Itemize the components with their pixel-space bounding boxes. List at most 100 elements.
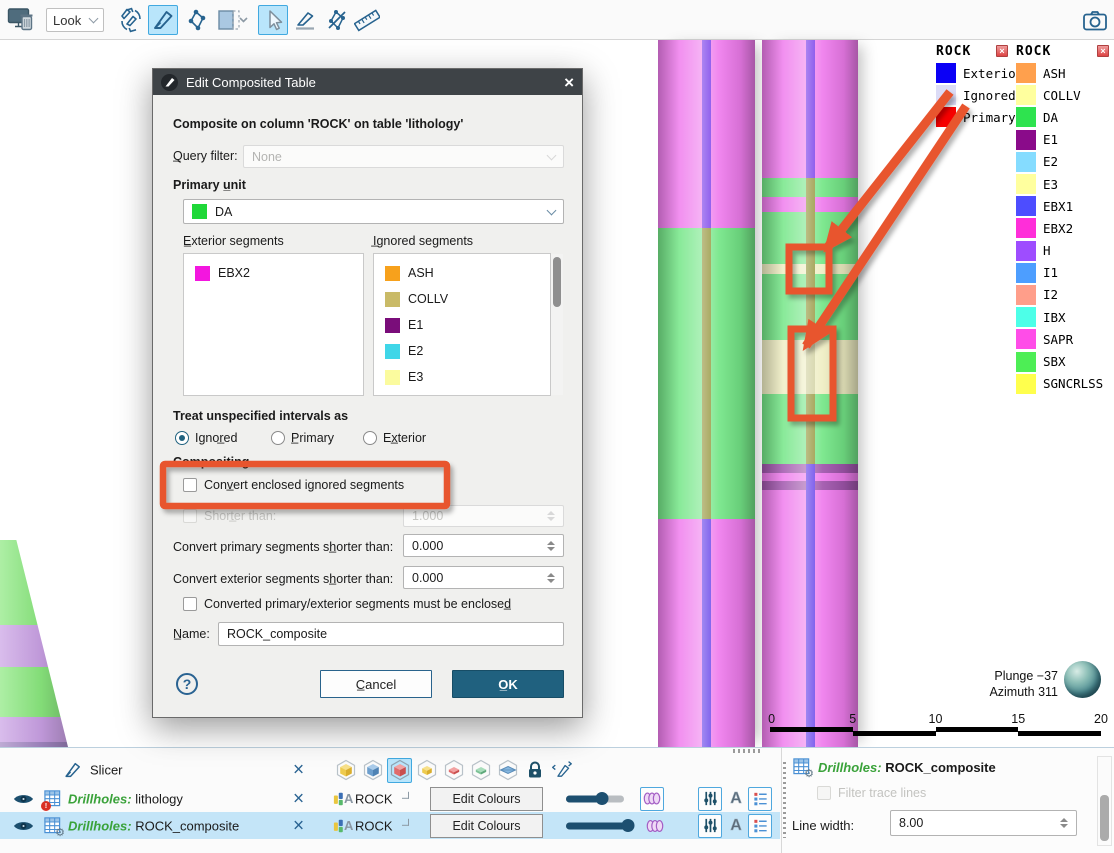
list-item[interactable]: E1: [374, 312, 550, 338]
slider-knob[interactable]: [595, 792, 608, 805]
slice-mode-5-button[interactable]: [441, 758, 466, 783]
colour-column-value[interactable]: ROCK: [355, 818, 393, 833]
shape-row-lithology[interactable]: ! Drillholes: lithology × A ROCK Edit Co…: [0, 785, 780, 812]
help-icon[interactable]: ?: [176, 673, 198, 695]
edit-colours-button[interactable]: Edit Colours: [430, 787, 543, 811]
table-name: lithology: [135, 791, 183, 806]
slice-mode-4-button[interactable]: [414, 758, 439, 783]
text-labels-button[interactable]: A: [726, 790, 746, 808]
slider-knob[interactable]: [622, 819, 635, 832]
orientation-readout: Plunge −37 Azimuth 311: [930, 668, 1058, 700]
panel-splitter-handle[interactable]: [783, 762, 786, 838]
checkbox-box: [183, 597, 197, 611]
remove-shape-icon[interactable]: ×: [293, 816, 304, 835]
slice-behind-button[interactable]: [333, 758, 358, 783]
rotate-slicer-tool[interactable]: [116, 5, 146, 35]
chevron-down-icon: [89, 14, 99, 24]
radio-primary[interactable]: P̲rimary: [271, 431, 334, 445]
line-width-spinner[interactable]: 8.00: [890, 810, 1077, 836]
dialog-titlebar[interactable]: Edit Composited Table ×: [153, 69, 582, 95]
drillhole-left[interactable]: [658, 40, 755, 747]
slicer-tool[interactable]: [148, 5, 178, 35]
opacity-slider[interactable]: [566, 795, 624, 802]
convert-primary-spinner[interactable]: 0.000: [403, 534, 564, 557]
text-labels-button[interactable]: A: [726, 817, 746, 835]
draw-polyline-tool[interactable]: [182, 5, 212, 35]
name-input[interactable]: ROCK_composite: [218, 622, 564, 646]
chevron-down-icon[interactable]: [402, 791, 409, 798]
remove-shape-icon[interactable]: ×: [293, 789, 304, 808]
slice-box-tool[interactable]: [212, 5, 254, 35]
convert-enclosed-checkbox[interactable]: Conv̲ert enclosed ignored segments: [183, 478, 404, 492]
legend-label: IBX: [1043, 310, 1066, 325]
row-label: Drillholes: lithology: [68, 791, 183, 806]
legend-toggle-button[interactable]: [748, 814, 772, 838]
convert-exterior-spinner[interactable]: 0.000: [403, 566, 564, 589]
radio-exterior[interactable]: Ex̲terior: [363, 431, 426, 445]
visibility-eye-icon[interactable]: [13, 792, 34, 806]
cancel-button[interactable]: C̲ancel: [320, 670, 432, 698]
top-toolbar: Look: [0, 0, 1114, 40]
properties-header: ⚙ Drillholes: ROCK_composite: [793, 758, 996, 776]
chevron-down-icon[interactable]: [402, 818, 409, 825]
filter-sliders-button[interactable]: [698, 787, 722, 811]
look-dropdown[interactable]: Look: [46, 8, 104, 32]
gear-badge-icon: ⚙: [55, 827, 65, 838]
slice-infront-button[interactable]: [360, 758, 385, 783]
interval-style-button[interactable]: [640, 787, 664, 811]
slice-plane-button[interactable]: [495, 758, 520, 783]
legend-item: Primary: [936, 106, 1008, 128]
ruler-tool[interactable]: [352, 5, 382, 35]
slice-thick-button[interactable]: [387, 758, 412, 783]
exterior-segments-list[interactable]: EBX2: [183, 253, 364, 396]
drillhole-right[interactable]: [762, 40, 858, 747]
look-dropdown-label: Look: [53, 13, 81, 28]
remove-slicer-icon[interactable]: ×: [293, 760, 304, 779]
camera-icon[interactable]: [1080, 6, 1110, 34]
legend-swatch: [1016, 285, 1036, 305]
edit-colours-button[interactable]: Edit Colours: [430, 814, 543, 838]
interval-style-button[interactable]: [644, 818, 666, 833]
shorter-than-checkbox: Short̲er than:: [183, 509, 276, 523]
legend-close-icon[interactable]: ×: [996, 45, 1008, 57]
properties-scrollbar[interactable]: [1097, 756, 1112, 846]
list-item[interactable]: ASH: [374, 260, 550, 286]
legend-toggle-button[interactable]: [748, 787, 772, 811]
list-item[interactable]: E3: [374, 364, 550, 390]
filter-sliders-button[interactable]: [698, 814, 722, 838]
clear-scene-icon[interactable]: [6, 6, 36, 34]
shape-row-slicer[interactable]: Slicer ×: [0, 756, 780, 783]
must-be-enclosed-checkbox[interactable]: Converted primary/exterior segments must…: [183, 597, 511, 611]
scrollbar-thumb[interactable]: [1100, 795, 1109, 841]
lock-slicer-icon[interactable]: [522, 758, 547, 783]
legend-item: SBX: [1016, 350, 1109, 372]
spinner-arrows-icon: [547, 511, 555, 521]
panel-resize-handle[interactable]: [733, 749, 761, 753]
ok-button[interactable]: O̲K: [452, 670, 564, 698]
drillhole-cone[interactable]: [0, 540, 68, 747]
chevron-down-icon: [547, 150, 557, 160]
visibility-eye-icon[interactable]: [13, 819, 34, 833]
list-item[interactable]: EBX2: [184, 260, 363, 286]
application-window: Look: [0, 0, 1114, 853]
colour-column-value[interactable]: ROCK: [355, 791, 393, 806]
dialog-close-icon[interactable]: ×: [564, 74, 574, 91]
list-item[interactable]: E2: [374, 338, 550, 364]
legend-close-icon[interactable]: ×: [1097, 45, 1109, 57]
shape-row-rock-composite[interactable]: ⚙ Drillholes: ROCK_composite × A ROCK Ed…: [0, 812, 780, 839]
ignored-segments-list[interactable]: ASH COLLV E1 E2: [373, 253, 551, 396]
no-polyline-tool[interactable]: [322, 5, 352, 35]
list-item[interactable]: COLLV: [374, 286, 550, 312]
slice-mode-6-button[interactable]: [468, 758, 493, 783]
legend-swatch: [1016, 174, 1036, 194]
move-slicer-icon[interactable]: [549, 758, 574, 783]
compass-sphere[interactable]: [1064, 661, 1101, 698]
legend-item: ASH: [1016, 62, 1109, 84]
list-scrollbar[interactable]: [551, 254, 563, 395]
scrollbar-thumb[interactable]: [553, 257, 561, 307]
flatten-slicer-tool[interactable]: [290, 5, 320, 35]
radio-ignored[interactable]: Ignor̲ed: [175, 431, 237, 445]
select-tool[interactable]: [258, 5, 288, 35]
opacity-slider[interactable]: [566, 822, 630, 829]
primary-unit-dropdown[interactable]: DA: [183, 199, 564, 224]
